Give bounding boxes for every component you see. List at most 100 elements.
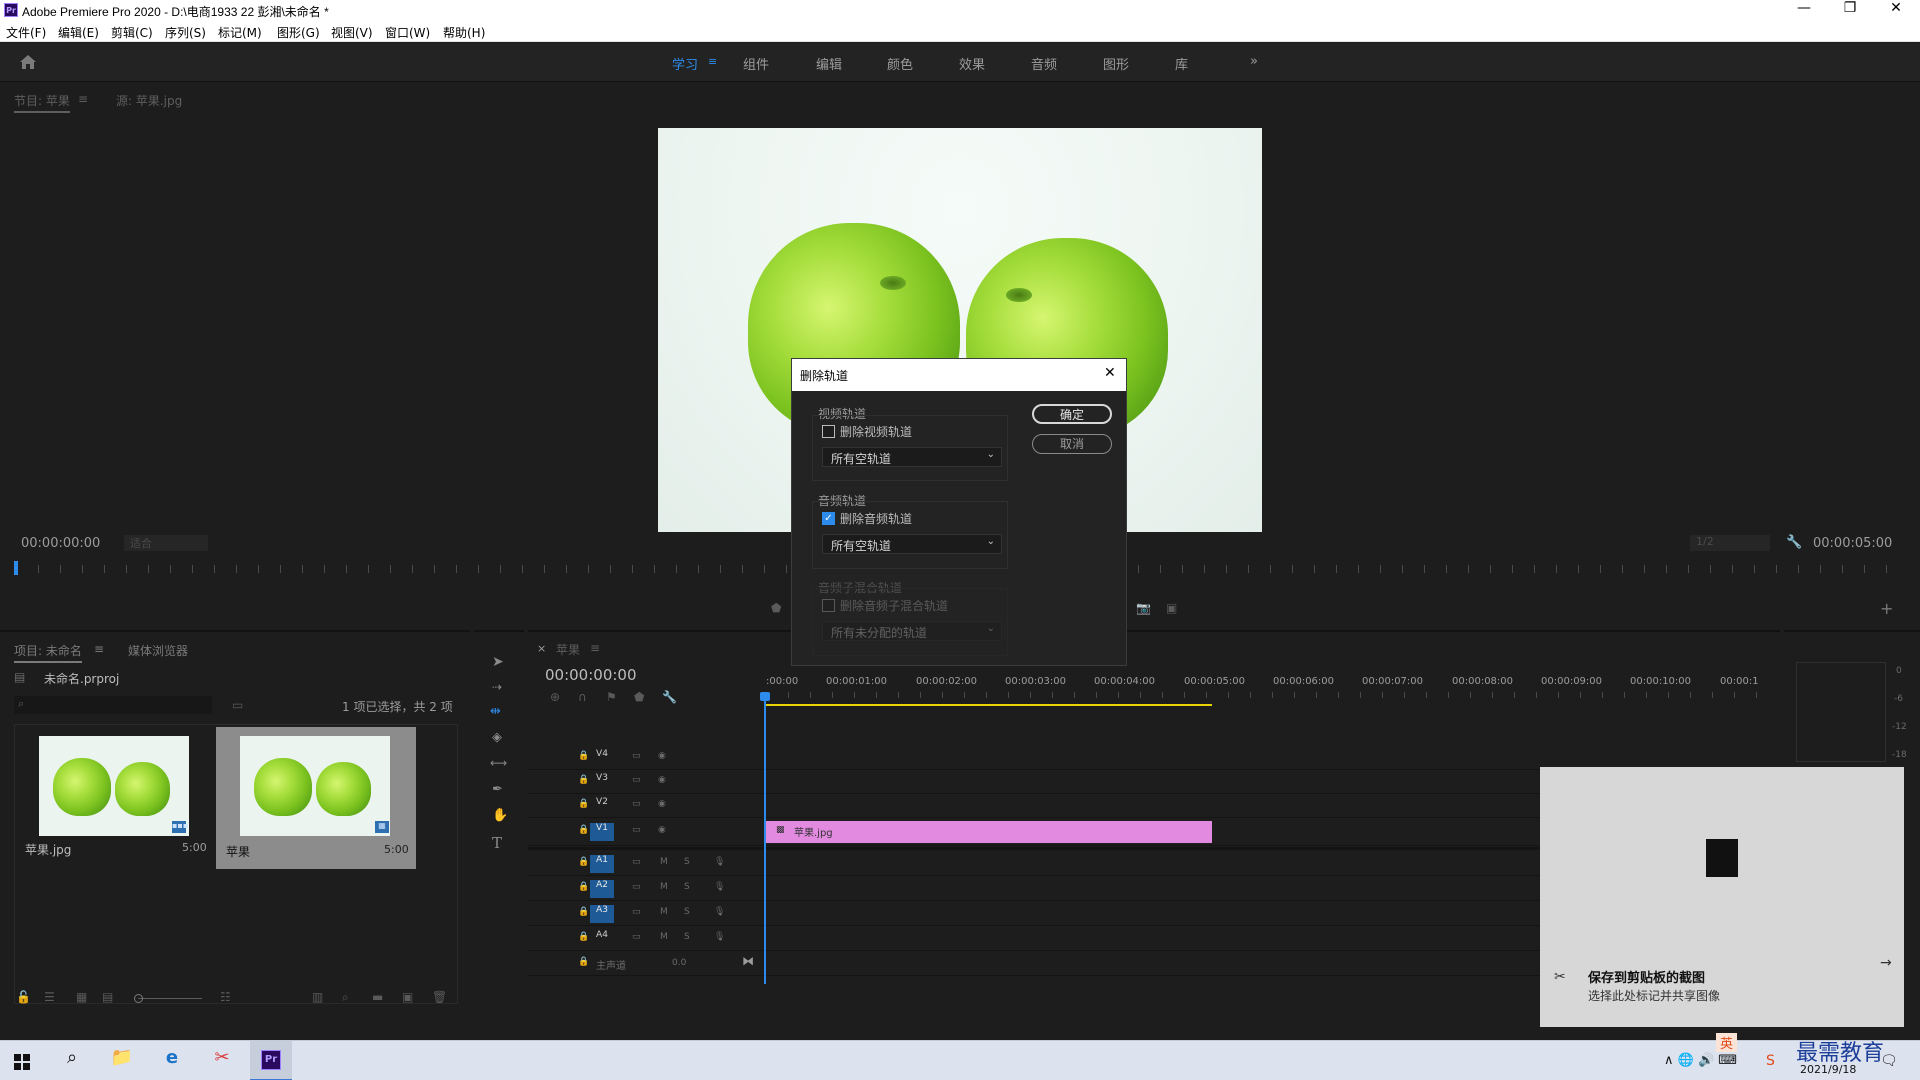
delete-audio-tracks-checkbox[interactable]: ✓ xyxy=(822,512,835,525)
delete-video-tracks-label[interactable]: 删除视频轨道 xyxy=(840,423,912,440)
project-item-image[interactable]: ▪▪▪ 苹果.jpg 5:00 xyxy=(17,729,211,867)
monitor-resolution-select[interactable]: 1/2 xyxy=(1690,535,1770,551)
windows-start-icon[interactable] xyxy=(14,1054,30,1070)
timeline-ruler[interactable] xyxy=(766,692,1776,698)
close-sequence-tab-icon[interactable]: × xyxy=(537,642,546,655)
track-label-v2[interactable]: V2 xyxy=(590,797,614,815)
toggle-track-output-icon[interactable]: ◉ xyxy=(658,751,666,761)
toggle-sync-lock-icon[interactable]: ▭ xyxy=(632,751,641,761)
menu-sequence[interactable]: 序列(S) xyxy=(165,24,206,41)
nest-toggle-icon[interactable]: ⊕ xyxy=(550,690,560,704)
toggle-sync-lock-icon[interactable]: ▭ xyxy=(632,775,641,785)
menu-clip[interactable]: 剪辑(C) xyxy=(111,24,153,41)
workspace-tab-assembly[interactable]: 组件 xyxy=(743,54,769,73)
export-frame-icon[interactable]: 📷 xyxy=(1136,601,1151,615)
workspace-tab-libraries[interactable]: 库 xyxy=(1175,54,1188,73)
track-label-a3[interactable]: A3 xyxy=(590,905,614,923)
toggle-track-output-icon[interactable]: ◉ xyxy=(658,775,666,785)
voice-over-record-icon[interactable]: 🎙 xyxy=(714,882,725,892)
solo-track-button[interactable]: S xyxy=(684,932,690,942)
solo-track-button[interactable]: S xyxy=(684,907,690,917)
project-item-sequence[interactable]: ▦ 苹果 5:00 xyxy=(216,727,416,869)
menu-file[interactable]: 文件(F) xyxy=(6,24,46,41)
toggle-sync-lock-icon[interactable]: ▭ xyxy=(632,907,641,917)
toast-arrow-icon[interactable]: → xyxy=(1880,955,1892,971)
toggle-sync-lock-icon[interactable]: ▭ xyxy=(632,857,641,867)
linked-selection-icon[interactable]: ⚑ xyxy=(606,690,617,704)
add-marker-icon[interactable]: ⬟ xyxy=(771,601,781,615)
track-label-a1[interactable]: A1 xyxy=(590,855,614,873)
trash-icon[interactable]: 🗑 xyxy=(432,990,447,1004)
track-label-a2[interactable]: A2 xyxy=(590,880,614,898)
workspace-tab-graphics[interactable]: 图形 xyxy=(1103,54,1129,73)
tab-project[interactable]: 项目: 未命名 xyxy=(14,642,82,663)
sogou-ime-icon[interactable]: S xyxy=(1766,1053,1775,1069)
toggle-sync-lock-icon[interactable]: ▭ xyxy=(632,882,641,892)
track-lock-icon[interactable]: 🔒 xyxy=(578,825,589,835)
voice-over-record-icon[interactable]: 🎙 xyxy=(714,932,725,942)
mute-track-button[interactable]: M xyxy=(660,882,668,892)
track-lock-icon[interactable]: 🔒 xyxy=(578,775,589,785)
solo-track-button[interactable]: S xyxy=(684,882,690,892)
workspace-tab-audio[interactable]: 音频 xyxy=(1031,54,1057,73)
wrench-icon[interactable]: 🔧 xyxy=(1786,535,1802,550)
toggle-sync-lock-icon[interactable]: ▭ xyxy=(632,932,641,942)
notifications-icon[interactable]: 🗨 xyxy=(1880,1053,1898,1069)
maximize-button[interactable]: ❐ xyxy=(1827,0,1873,20)
type-tool-icon[interactable]: T xyxy=(492,834,502,852)
project-search-input[interactable]: ⌕ xyxy=(14,696,212,714)
mute-track-button[interactable]: M xyxy=(660,932,668,942)
button-editor-icon[interactable]: + xyxy=(1880,599,1893,618)
workspace-tab-color[interactable]: 颜色 xyxy=(887,54,913,73)
track-lock-icon[interactable]: 🔒 xyxy=(578,882,589,892)
menu-help[interactable]: 帮助(H) xyxy=(443,24,485,41)
add-marker-timeline-icon[interactable]: ⬟ xyxy=(634,690,644,704)
search-taskbar-icon[interactable]: ⌕ xyxy=(58,1047,86,1075)
menu-window[interactable]: 窗口(W) xyxy=(385,24,430,41)
sort-icon[interactable]: ☷ xyxy=(220,990,231,1004)
track-lock-icon[interactable]: 🔒 xyxy=(578,957,589,967)
track-select-tool-icon[interactable]: ⇢ xyxy=(492,680,502,694)
toggle-track-output-icon[interactable]: ◉ xyxy=(658,825,666,835)
workspace-overflow-icon[interactable]: » xyxy=(1250,54,1258,69)
ok-button[interactable]: 确定 xyxy=(1032,404,1112,424)
project-panel-menu-icon[interactable]: ≡ xyxy=(94,642,104,656)
go-to-out-icon[interactable]: ⧓ xyxy=(742,954,754,968)
file-explorer-icon[interactable]: 📁 xyxy=(108,1047,136,1075)
track-lock-icon[interactable]: 🔒 xyxy=(578,799,589,809)
edge-browser-icon[interactable]: e xyxy=(158,1047,186,1075)
timeline-clip[interactable]: ▩ 苹果.jpg xyxy=(766,821,1212,843)
toggle-track-output-icon[interactable]: ◉ xyxy=(658,799,666,809)
timeline-settings-icon[interactable]: 🔧 xyxy=(662,690,677,704)
track-lock-icon[interactable]: 🔒 xyxy=(578,932,589,942)
new-bin-from-search-icon[interactable]: ▭ xyxy=(232,698,243,712)
dialog-close-icon[interactable]: ✕ xyxy=(1104,365,1116,381)
home-icon[interactable] xyxy=(19,54,37,70)
premiere-taskbar-button[interactable]: Pr xyxy=(250,1041,292,1080)
track-label-a4[interactable]: A4 xyxy=(590,930,614,948)
timeline-playhead[interactable] xyxy=(764,694,766,984)
voice-over-record-icon[interactable]: 🎙 xyxy=(714,907,725,917)
master-track-volume[interactable]: 0.0 xyxy=(672,958,686,968)
freeform-view-icon[interactable]: ▤ xyxy=(102,990,113,1004)
cancel-button[interactable]: 取消 xyxy=(1032,434,1112,454)
snipping-tool-icon[interactable]: ✂ xyxy=(208,1047,236,1075)
mute-track-button[interactable]: M xyxy=(660,857,668,867)
compare-view-icon[interactable]: ▣ xyxy=(1166,601,1177,615)
menu-edit[interactable]: 编辑(E) xyxy=(58,24,99,41)
track-lock-icon[interactable]: 🔒 xyxy=(578,907,589,917)
menu-graphics[interactable]: 图形(G) xyxy=(277,24,320,41)
monitor-fit-select[interactable]: 适合 xyxy=(124,535,208,551)
workspace-tab-learn[interactable]: 学习 xyxy=(672,54,698,73)
timeline-timecode[interactable]: 00:00:00:00 xyxy=(545,666,637,684)
snap-icon[interactable]: ∩ xyxy=(578,690,587,704)
new-bin-icon[interactable]: ▬ xyxy=(372,990,383,1004)
delete-video-tracks-checkbox[interactable] xyxy=(822,425,835,438)
tab-media-browser[interactable]: 媒体浏览器 xyxy=(128,642,188,659)
workspace-tab-editing[interactable]: 编辑 xyxy=(816,54,842,73)
ripple-edit-tool-icon[interactable]: ⇹ xyxy=(490,704,501,719)
program-panel-menu-icon[interactable]: ≡ xyxy=(78,92,88,106)
tab-program-monitor[interactable]: 节目: 苹果 xyxy=(14,92,70,113)
mute-track-button[interactable]: M xyxy=(660,907,668,917)
playhead-handle[interactable] xyxy=(760,692,770,701)
